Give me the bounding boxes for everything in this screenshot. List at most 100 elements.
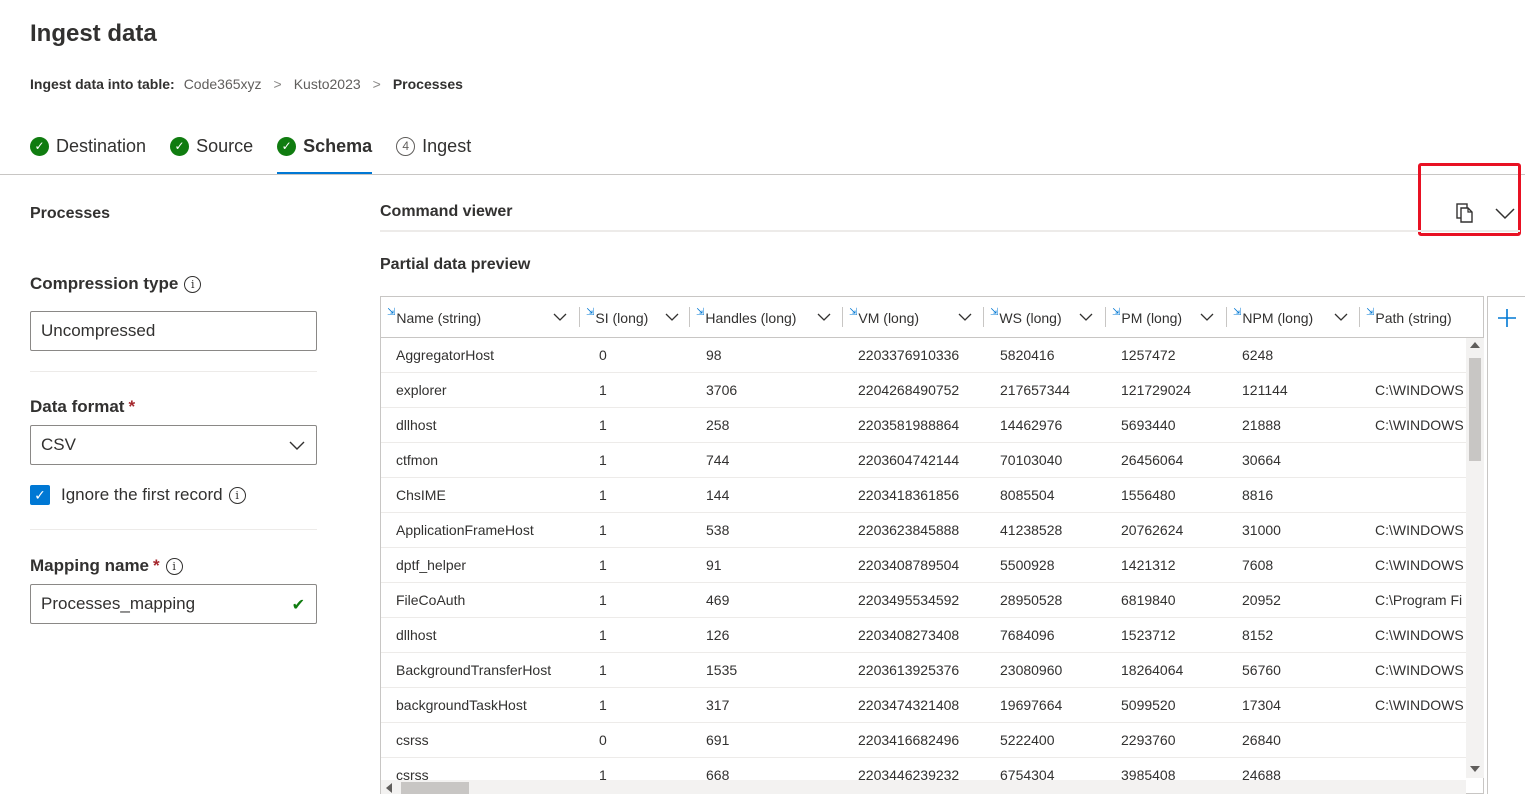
column-header-si[interactable]: ⇲ SI (long) [586,297,686,338]
table-cell: 5500928 [1000,557,1055,573]
table-row: FileCoAuth 1 469 2203495534592 28950528 68198… [381,583,1466,618]
chevron-down-icon[interactable] [1199,311,1215,323]
column-header-pm[interactable]: ⇲ PM (long) [1112,297,1222,338]
table-cell: 2203623845888 [858,522,960,538]
info-icon[interactable]: i [184,275,202,293]
table-cell: 144 [706,487,730,503]
compression-type-field[interactable]: Uncompressed [30,311,317,351]
column-header-vm[interactable]: ⇲ VM (long) [849,297,979,338]
table-cell: 2203376910336 [858,347,960,363]
column-header-name[interactable]: ⇲ Name (string) [387,297,577,338]
mapping-name-field[interactable]: Processes_mapping ✔ [30,584,317,624]
vertical-scrollbar[interactable] [1466,338,1484,778]
data-format-dropdown[interactable]: CSV [30,425,317,465]
column-header-ws[interactable]: ⇲ WS (long) [990,297,1100,338]
table-cell: 5222400 [1000,732,1055,748]
check-circle-icon: ✓ [170,136,190,156]
table-cell: 41238528 [1000,522,1063,538]
highlight-annotation [1418,163,1521,236]
step-label: Ingest [422,135,472,156]
table-cell: 8152 [1242,627,1274,643]
scrollbar-thumb[interactable] [401,782,469,794]
breadcrumb-label: Ingest data into table: [30,76,175,92]
command-viewer-title[interactable]: Command viewer [380,203,512,221]
column-separator[interactable] [1359,307,1360,327]
table-cell: 1 [599,522,607,538]
checkbox-checked-icon[interactable]: ✓ [30,485,50,505]
info-icon[interactable]: i [228,486,246,504]
horizontal-scrollbar[interactable] [381,780,1466,794]
step-schema[interactable]: ✓ Schema [277,128,373,174]
column-type-icon: ⇲ [696,307,705,318]
table-row: csrss 0 691 2203416682496 5222400 2293760 2684… [381,723,1466,758]
step-source[interactable]: ✓ Source [170,128,253,164]
chevron-down-icon[interactable] [957,311,973,323]
table-cell: 26456064 [1121,452,1184,468]
table-cell: 744 [706,452,730,468]
breadcrumb-item-cluster[interactable]: Code365xyz [184,76,262,92]
table-cell: FileCoAuth [396,592,466,608]
column-separator[interactable] [842,307,843,327]
step-ingest[interactable]: 4 Ingest [396,128,471,164]
required-marker: * [128,397,136,416]
step-label: Schema [303,135,373,156]
scrollbar-thumb[interactable] [1469,358,1481,461]
scroll-down-arrow-icon[interactable] [1470,766,1480,772]
checkmark-icon: ✔ [291,597,305,614]
scroll-left-arrow-icon[interactable] [386,783,392,793]
column-header-handles[interactable]: ⇲ Handles (long) [696,297,841,338]
chevron-down-icon[interactable] [1078,311,1094,323]
table-cell: 1 [599,627,607,643]
table-row: BackgroundTransferHost 1 1535 2203613925376… [381,653,1466,688]
table-cell: 121729024 [1121,382,1192,398]
column-separator[interactable] [1226,307,1227,327]
column-header-label: SI (long) [595,309,649,326]
table-row: dllhost 1 258 2203581988864 14462976 5693440 2… [381,408,1466,443]
column-separator[interactable] [1105,307,1106,327]
step-destination[interactable]: ✓ Destination [30,128,146,164]
plus-icon[interactable] [1496,307,1518,329]
ignore-first-record-checkbox[interactable]: ✓ Ignore the first record i [30,485,246,505]
breadcrumb-separator: > [273,76,282,92]
column-separator[interactable] [689,307,690,327]
partial-preview-title: Partial data preview [380,256,531,273]
table-cell: 7684096 [1000,627,1055,643]
table-cell: 70103040 [1000,452,1063,468]
breadcrumb-item-database[interactable]: Kusto2023 [294,76,361,92]
chevron-down-icon[interactable] [664,311,680,323]
chevron-down-icon[interactable] [1333,311,1349,323]
table-cell: 21888 [1242,417,1281,433]
table-cell: C:\WINDOWS [1375,662,1464,678]
page-title: Ingest data [30,20,157,47]
chevron-down-icon [289,441,305,450]
chevron-down-icon[interactable] [552,311,568,323]
chevron-down-icon[interactable] [816,311,832,323]
table-cell: 56760 [1242,662,1281,678]
table-row: explorer 1 3706 2204268490752 217657344 12172… [381,373,1466,408]
table-cell: 98 [706,347,722,363]
table-row: ctfmon 1 744 2203604742144 70103040 26456064 3… [381,443,1466,478]
table-cell: 18264064 [1121,662,1184,678]
column-header-npm[interactable]: ⇲ NPM (long) [1233,297,1358,338]
column-separator[interactable] [983,307,984,327]
column-separator[interactable] [579,307,580,327]
table-cell: dllhost [396,417,437,433]
steps-divider [0,174,1525,175]
data-format-label: Data format * [30,397,135,417]
scroll-up-arrow-icon[interactable] [1470,342,1480,348]
table-cell: explorer [396,382,447,398]
column-type-icon: ⇲ [1366,307,1375,318]
table-cell: 1 [599,382,607,398]
grid-header: ⇲ Name (string) ⇲ SI (long) ⇲ Handles (long… [381,297,1483,338]
table-cell: 20762624 [1121,522,1184,538]
info-icon[interactable]: i [165,557,183,575]
table-cell: 6819840 [1121,592,1176,608]
table-cell: 1 [599,592,607,608]
table-cell: 31000 [1242,522,1281,538]
table-cell: ApplicationFrameHost [396,522,534,538]
table-cell: 691 [706,732,730,748]
column-header-path[interactable]: ⇲ Path (string) [1366,297,1476,338]
breadcrumb-separator: > [372,76,381,92]
table-cell: 7608 [1242,557,1274,573]
table-cell: 28950528 [1000,592,1063,608]
